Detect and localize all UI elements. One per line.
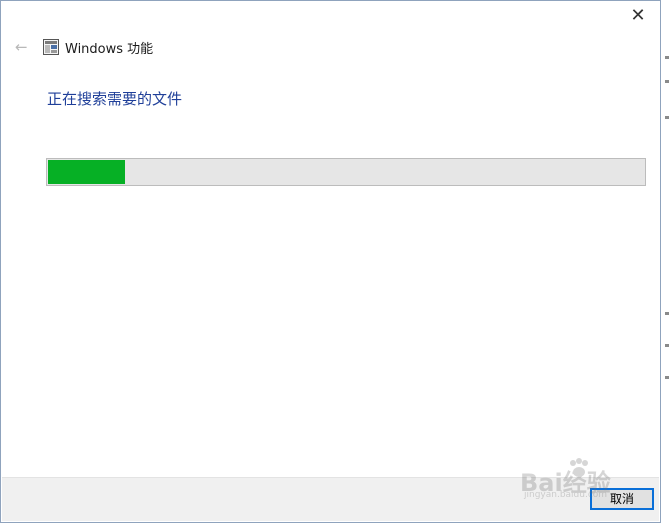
progress-bar [46, 158, 646, 186]
status-heading: 正在搜索需要的文件 [47, 90, 183, 108]
edge-mark [665, 80, 669, 83]
edge-mark [665, 116, 669, 119]
dialog-title: Windows 功能 [65, 41, 154, 57]
dialog-footer: 取消 [2, 477, 659, 521]
dialog-header: ← Windows 功能 [15, 35, 153, 59]
windows-features-dialog: ✕ ← Windows 功能 正在搜索需要的文件 取消 [0, 0, 661, 523]
edge-mark [665, 376, 669, 379]
close-button[interactable]: ✕ [624, 5, 652, 27]
cancel-button[interactable]: 取消 [590, 488, 654, 510]
edge-mark [665, 312, 669, 315]
progress-fill [48, 160, 125, 184]
back-arrow-icon[interactable]: ← [15, 39, 31, 55]
screen: ✕ ← Windows 功能 正在搜索需要的文件 取消 Bai经验 jingya… [0, 0, 672, 529]
close-icon: ✕ [630, 5, 646, 26]
edge-mark [665, 344, 669, 347]
windows-features-icon [43, 39, 59, 55]
background-window-edge [664, 0, 672, 529]
edge-mark [665, 56, 669, 59]
